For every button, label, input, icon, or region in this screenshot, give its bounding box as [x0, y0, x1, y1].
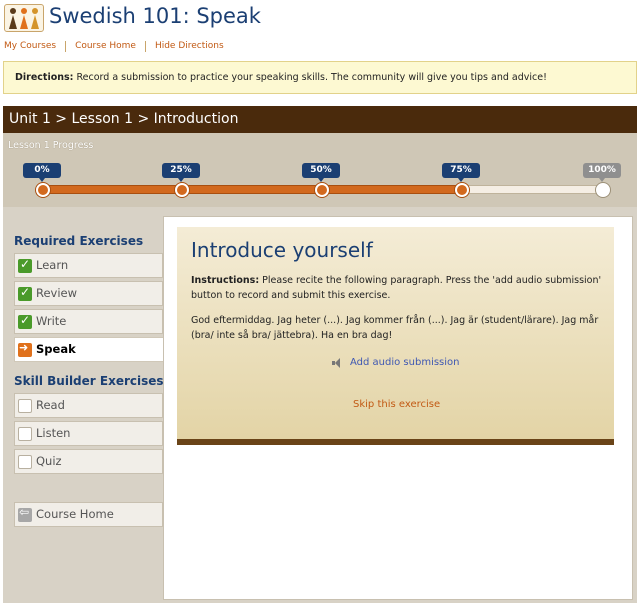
instructions-label: Instructions: — [191, 275, 260, 286]
hide-directions-link[interactable]: Hide Directions — [155, 41, 224, 51]
exercise-instructions: Instructions: Please recite the followin… — [191, 273, 606, 303]
progress-marker-0: 0% — [23, 163, 61, 182]
app-header: Swedish 101: Speak — [0, 0, 640, 36]
back-arrow-icon — [18, 505, 32, 522]
progress-node — [36, 183, 50, 197]
speaker-icon — [332, 357, 345, 368]
link-divider — [65, 40, 67, 52]
progress-node — [455, 183, 469, 197]
lesson-body: Required Exercises Learn Review Write Sp… — [3, 207, 637, 603]
person-figure-icon — [30, 8, 40, 30]
exercise-panel: Introduce yourself Instructions: Please … — [163, 216, 633, 600]
exercise-label: Review — [36, 286, 78, 300]
checkmark-icon — [18, 313, 32, 329]
person-figure-icon — [19, 8, 29, 30]
exercise-item-quiz[interactable]: Quiz — [14, 449, 163, 474]
exercise-label: Read — [36, 398, 65, 412]
checkbox-empty-icon — [18, 399, 32, 413]
people-logo-icon[interactable] — [4, 4, 44, 32]
checkbox-empty-icon — [18, 427, 32, 441]
add-audio-button[interactable]: Add audio submission — [332, 357, 460, 368]
exercise-label: Speak — [36, 342, 76, 356]
exercise-label: Write — [36, 314, 67, 328]
progress-node-empty — [596, 183, 610, 197]
exercise-item-review[interactable]: Review — [14, 281, 163, 306]
lesson-progress: Lesson 1 Progress 0% 25% 50% 75% 100% — [3, 133, 637, 207]
exercise-label: Listen — [36, 426, 71, 440]
required-exercises-title: Required Exercises — [14, 234, 144, 248]
checkmark-icon — [18, 257, 32, 273]
skip-exercise-link[interactable]: Skip this exercise — [353, 399, 440, 410]
exercise-card: Introduce yourself Instructions: Please … — [177, 227, 614, 445]
course-home-label: Course Home — [36, 507, 114, 521]
my-courses-link[interactable]: My Courses — [4, 41, 56, 51]
exercise-item-listen[interactable]: Listen — [14, 421, 163, 446]
breadcrumb: Unit 1 > Lesson 1 > Introduction — [3, 106, 637, 133]
checkbox-empty-icon — [18, 455, 32, 469]
exercise-item-write[interactable]: Write — [14, 309, 163, 334]
progress-label: Lesson 1 Progress — [8, 140, 94, 151]
progress-marker-50: 50% — [302, 163, 340, 182]
progress-marker-25: 25% — [162, 163, 200, 182]
directions-label: Directions: — [15, 72, 74, 83]
progress-marker-100: 100% — [583, 163, 621, 182]
progress-fill — [39, 185, 467, 194]
exercise-title: Introduce yourself — [191, 238, 373, 262]
directions-banner: Directions: Record a submission to pract… — [3, 61, 637, 94]
course-home-button[interactable]: Course Home — [14, 502, 163, 527]
exercise-item-read[interactable]: Read — [14, 393, 163, 418]
exercise-item-speak[interactable]: Speak — [14, 337, 170, 362]
checkmark-icon — [18, 285, 32, 301]
progress-node — [175, 183, 189, 197]
progress-node — [315, 183, 329, 197]
recitation-paragraph: God eftermiddag. Jag heter (...). Jag ko… — [191, 315, 599, 341]
exercise-item-learn[interactable]: Learn — [14, 253, 163, 278]
person-figure-icon — [8, 8, 18, 30]
course-home-link[interactable]: Course Home — [75, 41, 136, 51]
link-divider — [144, 40, 146, 52]
skill-builder-title: Skill Builder Exercises — [14, 374, 164, 388]
exercise-label: Quiz — [36, 454, 62, 468]
page-title: Swedish 101: Speak — [49, 4, 261, 28]
add-audio-label: Add audio submission — [350, 357, 460, 368]
top-links-bar: My Courses Course Home Hide Directions — [4, 39, 224, 53]
exercise-label: Learn — [36, 258, 69, 272]
progress-marker-75: 75% — [442, 163, 480, 182]
directions-text: Record a submission to practice your spe… — [76, 72, 547, 83]
arrow-right-icon — [18, 341, 32, 357]
